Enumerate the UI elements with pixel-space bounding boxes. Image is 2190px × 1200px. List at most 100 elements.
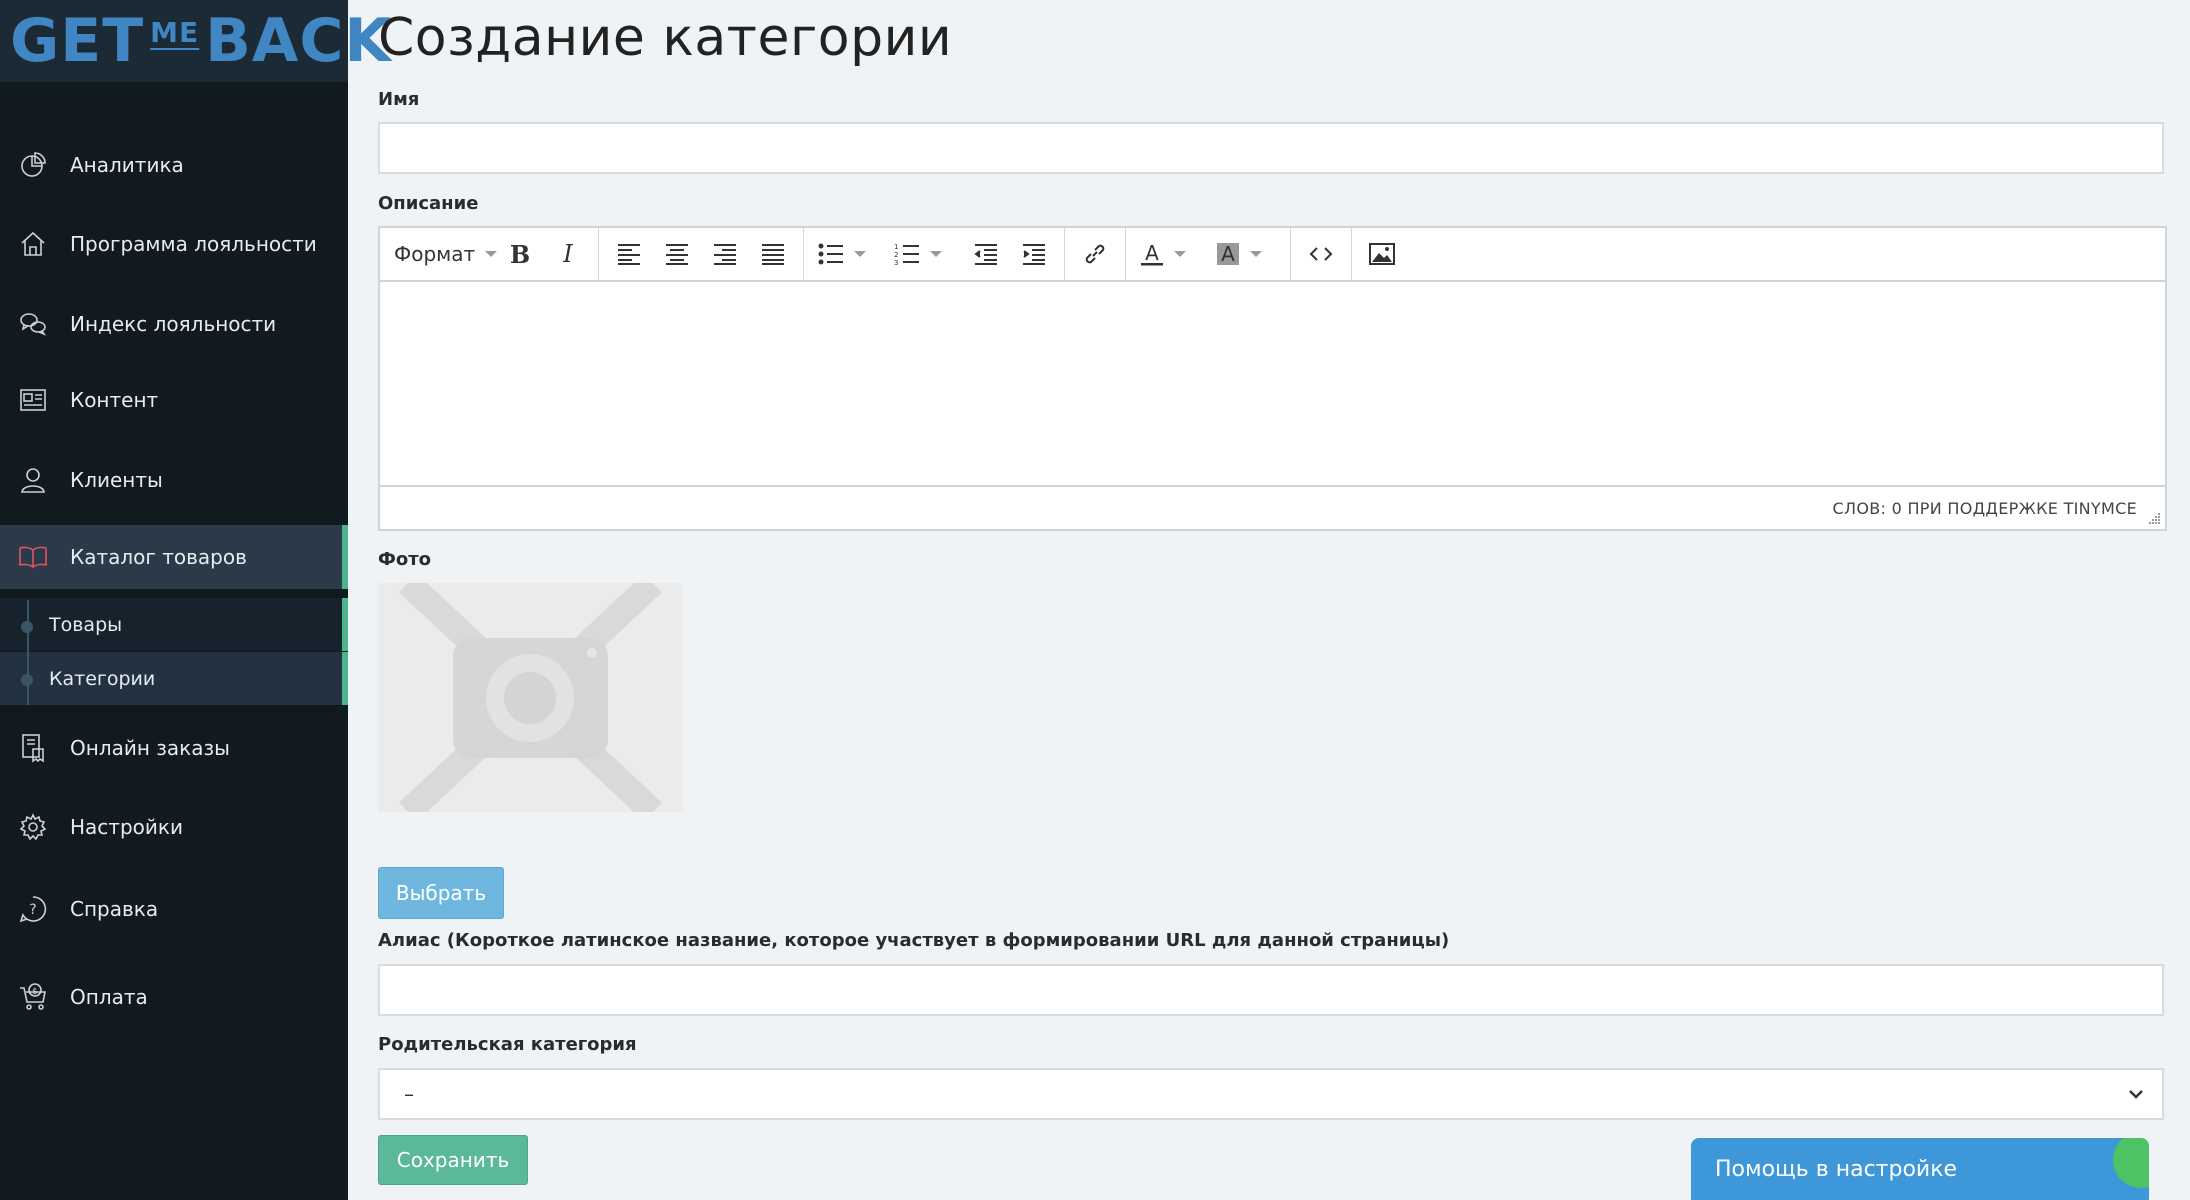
- name-input[interactable]: [378, 122, 2164, 174]
- rich-text-editor: Формат B I 123 A A СЛОВ: 0 ПРИ ПОДДЕРЖКЕ…: [378, 226, 2167, 531]
- numbered-list-icon: 123: [894, 243, 919, 265]
- sidebar-subitem-products[interactable]: Товары: [0, 598, 348, 651]
- chevron-down-icon: [854, 251, 866, 257]
- logo-part-me: ME: [150, 16, 200, 49]
- bullet-list-button[interactable]: [810, 234, 886, 274]
- svg-text:1: 1: [894, 243, 898, 251]
- italic-icon: I: [563, 240, 573, 268]
- editor-statusbar: СЛОВ: 0 ПРИ ПОДДЕРЖКЕ TINYMCE: [380, 485, 2165, 529]
- toolbar-group-align: [599, 227, 804, 281]
- help-widget-label: Помощь в настройке: [1715, 1156, 1958, 1182]
- sidebar-subitem-categories[interactable]: Категории: [0, 652, 348, 705]
- submenu-line: [27, 600, 29, 705]
- toolbar-group-lists: 123: [804, 227, 1065, 281]
- outdent-button[interactable]: [962, 234, 1010, 274]
- background-color-icon: A: [1217, 242, 1239, 266]
- editor-toolbar: Формат B I 123 A A: [380, 227, 2165, 282]
- link-icon: [1085, 244, 1105, 264]
- link-button[interactable]: [1071, 234, 1119, 274]
- logo[interactable]: GET ME BACK: [0, 0, 391, 82]
- cart-dollar-icon: $: [18, 982, 48, 1012]
- sidebar: GET ME BACK Аналитика Программа лояльнос…: [0, 0, 391, 1200]
- parent-category-select[interactable]: –: [378, 1068, 2164, 1120]
- bold-icon: B: [509, 239, 531, 269]
- sidebar-item-label: Онлайн заказы: [70, 736, 230, 760]
- name-label: Имя: [378, 89, 420, 110]
- parent-category-value: –: [404, 1082, 414, 1106]
- sidebar-item-loyalty-program[interactable]: Программа лояльности: [0, 212, 348, 276]
- sidebar-item-analytics[interactable]: Аналитика: [0, 133, 348, 197]
- sidebar-item-clients[interactable]: Клиенты: [0, 448, 348, 512]
- svg-text:$: $: [32, 987, 38, 997]
- sidebar-item-content[interactable]: Контент: [0, 368, 348, 432]
- alias-input[interactable]: [378, 964, 2164, 1016]
- sidebar-item-online-orders[interactable]: Онлайн заказы: [0, 716, 348, 780]
- sidebar-item-loyalty-index[interactable]: Индекс лояльности: [0, 292, 348, 356]
- background-color-button[interactable]: A: [1208, 234, 1284, 274]
- editor-content-area[interactable]: [380, 282, 2165, 487]
- svg-text:2: 2: [894, 251, 898, 259]
- align-right-icon: [714, 244, 736, 265]
- align-justify-button[interactable]: [749, 234, 797, 274]
- book-icon: [18, 542, 48, 572]
- choose-photo-button[interactable]: Выбрать: [378, 867, 504, 919]
- resize-handle-icon[interactable]: [2147, 511, 2161, 525]
- indent-button[interactable]: [1010, 234, 1058, 274]
- indent-icon: [1023, 244, 1045, 265]
- toolbar-group-link: [1065, 227, 1126, 281]
- user-icon: [18, 465, 48, 495]
- svg-text:?: ?: [29, 902, 36, 918]
- sidebar-item-label: Индекс лояльности: [70, 312, 277, 336]
- toolbar-group-format: Формат B I: [380, 227, 599, 281]
- text-color-button[interactable]: A: [1132, 234, 1208, 274]
- sidebar-item-label: Программа лояльности: [70, 232, 317, 256]
- sidebar-item-label: Справка: [70, 897, 159, 921]
- page-title: Создание категории: [378, 8, 953, 68]
- code-icon: [1309, 247, 1333, 261]
- align-center-button[interactable]: [653, 234, 701, 274]
- align-left-button[interactable]: [605, 234, 653, 274]
- save-button[interactable]: Сохранить: [378, 1135, 528, 1185]
- logo-text: GET ME BACK: [10, 11, 392, 71]
- outdent-icon: [974, 244, 997, 265]
- sidebar-item-label: Аналитика: [70, 153, 184, 177]
- help-widget[interactable]: Помощь в настройке: [1691, 1138, 2149, 1200]
- svg-text:A: A: [1221, 242, 1235, 266]
- toolbar-group-code: [1291, 227, 1352, 281]
- align-justify-icon: [762, 244, 784, 265]
- toolbar-group-image: [1352, 227, 1412, 281]
- sidebar-item-catalog[interactable]: Каталог товаров: [0, 525, 348, 589]
- align-left-icon: [618, 244, 640, 265]
- chat-bubbles-icon: [18, 309, 48, 339]
- sidebar-item-label: Клиенты: [70, 468, 163, 492]
- source-code-button[interactable]: [1297, 234, 1345, 274]
- editor-status-text: СЛОВ: 0 ПРИ ПОДДЕРЖКЕ TINYMCE: [1832, 498, 2137, 518]
- sidebar-item-settings[interactable]: Настройки: [0, 795, 348, 859]
- app: GET ME BACK Аналитика Программа лояльнос…: [0, 0, 2190, 1200]
- logo-part-get: GET: [10, 6, 145, 76]
- bold-button[interactable]: B: [496, 234, 544, 274]
- sidebar-subitem-label: Категории: [49, 667, 156, 690]
- sidebar-item-label: Каталог товаров: [70, 545, 247, 569]
- pie-chart-icon: [18, 150, 48, 180]
- format-dropdown[interactable]: Формат: [386, 242, 498, 266]
- sidebar-item-label: Контент: [70, 388, 159, 412]
- chevron-down-icon: [1174, 251, 1186, 257]
- sidebar-item-payment[interactable]: $ Оплата: [0, 965, 348, 1029]
- numbered-list-button[interactable]: 123: [886, 234, 962, 274]
- description-label: Описание: [378, 193, 479, 214]
- align-center-icon: [666, 244, 688, 265]
- sidebar-item-label: Настройки: [70, 815, 183, 839]
- sidebar-item-help[interactable]: ? Справка: [0, 877, 348, 941]
- newspaper-icon: [18, 385, 48, 415]
- align-right-button[interactable]: [701, 234, 749, 274]
- svg-text:3: 3: [894, 259, 898, 265]
- image-icon: [1369, 243, 1395, 265]
- italic-button[interactable]: I: [544, 234, 592, 274]
- no-image-icon: [378, 583, 683, 812]
- submenu-dot: [21, 674, 33, 686]
- text-color-icon: A: [1141, 242, 1163, 266]
- receipt-icon: [18, 733, 48, 763]
- alias-label: Алиас (Короткое латинское название, кото…: [378, 930, 1450, 951]
- insert-image-button[interactable]: [1358, 234, 1406, 274]
